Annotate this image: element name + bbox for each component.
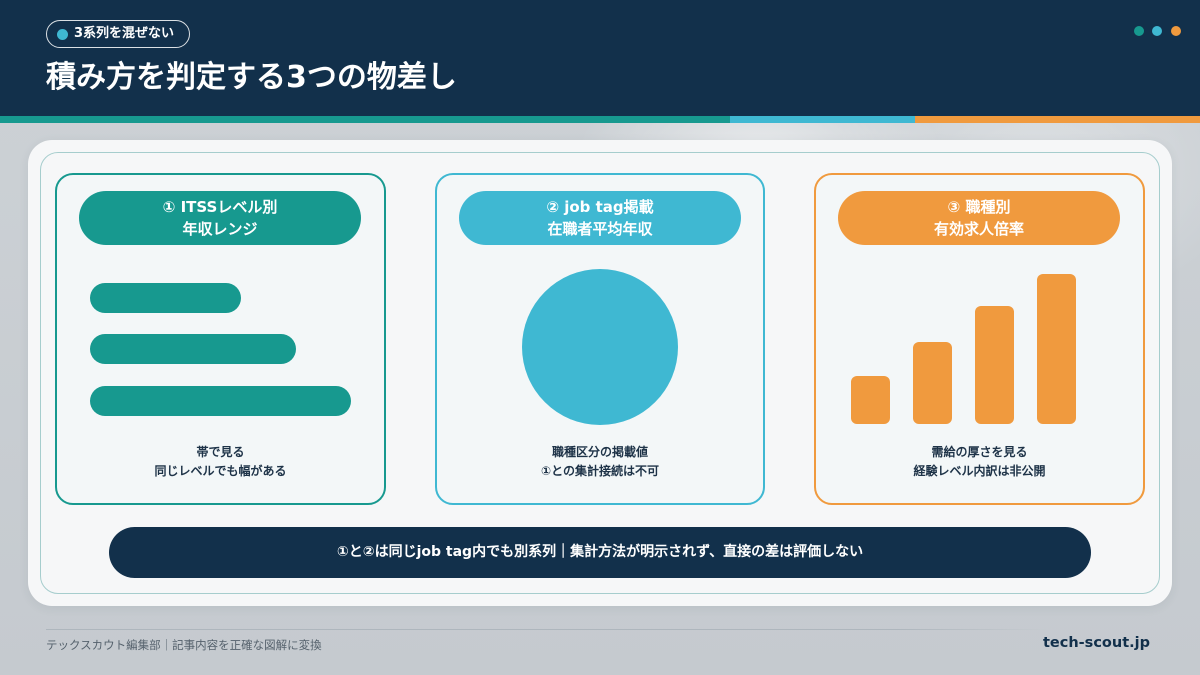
card-caption-line: ①との集計接続は不可 <box>540 464 660 478</box>
card-title-line: ① ITSSレベル別 <box>162 198 278 216</box>
card-title-pill: ② job tag掲載 在職者平均年収 <box>459 191 741 245</box>
orange-dot-icon <box>1171 26 1181 36</box>
card-title-line: ③ 職種別 <box>947 198 1011 216</box>
card-itss-salary-range: ① ITSSレベル別 年収レンジ 帯で見る 同じレベルでも幅がある <box>55 173 386 505</box>
accent-stripe-orange <box>915 116 1200 123</box>
card-caption-line: 職種区分の掲載値 <box>551 445 648 459</box>
band-bar-icon <box>90 334 296 364</box>
footer-credit: テックスカウト編集部｜記事内容を正確な図解に変換 <box>46 638 322 652</box>
badge-label: 3系列を混ぜない <box>74 26 175 41</box>
blue-dot-icon <box>1152 26 1162 36</box>
card-job-openings-ratio: ③ 職種別 有効求人倍率 需給の厚さを見る 経験レベル内訳は非公開 <box>814 173 1145 505</box>
card-caption: 職種区分の掲載値 ①との集計接続は不可 <box>437 443 763 481</box>
column-bar-icon <box>1037 274 1076 424</box>
badge-dot-icon <box>57 28 68 40</box>
card-caption: 帯で見る 同じレベルでも幅がある <box>57 443 384 481</box>
column-bar-icon <box>975 306 1014 424</box>
accent-stripe-teal <box>0 116 730 123</box>
accent-stripe-blue <box>730 116 915 123</box>
card-title-line: 有効求人倍率 <box>933 220 1024 238</box>
column-bar-icon <box>913 342 952 424</box>
card-caption-line: 同じレベルでも幅がある <box>154 464 287 478</box>
card-title-line: 年収レンジ <box>182 220 258 238</box>
header-badge: 3系列を混ぜない <box>46 20 190 48</box>
band-bar-icon <box>90 386 351 416</box>
teal-dot-icon <box>1134 26 1144 36</box>
card-title-line: ② job tag掲載 <box>546 198 654 216</box>
card-caption-line: 需給の厚さを見る <box>931 445 1028 459</box>
card-jobtag-average-salary: ② job tag掲載 在職者平均年収 職種区分の掲載値 ①との集計接続は不可 <box>435 173 765 505</box>
card-title-pill: ① ITSSレベル別 年収レンジ <box>79 191 361 245</box>
card-caption-line: 帯で見る <box>196 445 245 459</box>
summary-banner: ①と②は同じjob tag内でも別系列｜集計方法が明示されず、直接の差は評価しな… <box>109 527 1091 578</box>
footer-divider <box>46 629 1046 630</box>
card-title-line: 在職者平均年収 <box>547 220 653 238</box>
card-caption: 需給の厚さを見る 経験レベル内訳は非公開 <box>816 443 1143 481</box>
band-bar-icon <box>90 283 241 313</box>
card-caption-line: 経験レベル内訳は非公開 <box>913 464 1046 478</box>
column-bar-icon <box>851 376 890 424</box>
circle-icon <box>522 269 678 425</box>
footer-site-name: tech-scout.jp <box>1042 635 1150 651</box>
card-title-pill: ③ 職種別 有効求人倍率 <box>838 191 1120 245</box>
header-bar: 3系列を混ぜない 積み方を判定する3つの物差し <box>0 0 1200 116</box>
page-title: 積み方を判定する3つの物差し <box>46 60 457 95</box>
